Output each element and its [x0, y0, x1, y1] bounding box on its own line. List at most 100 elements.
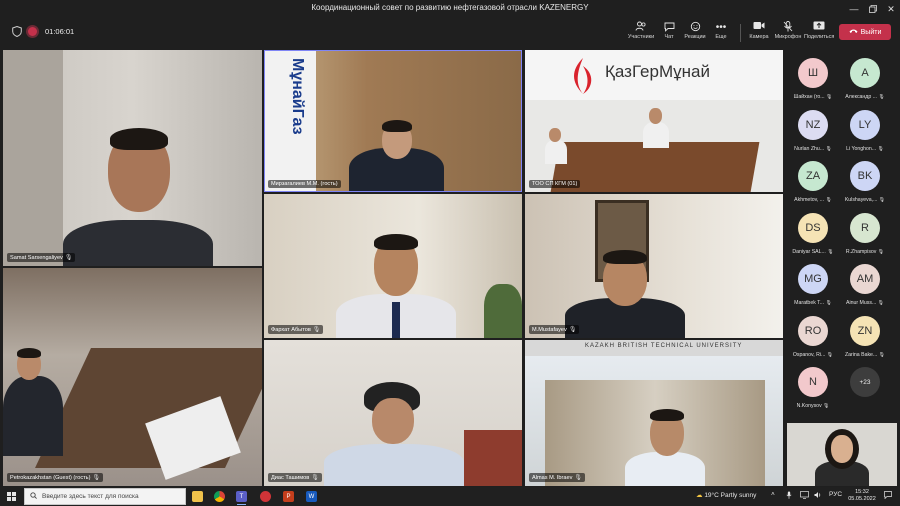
taskbar-word[interactable]: W	[304, 489, 319, 504]
camera-button[interactable]: Камера	[744, 21, 774, 45]
participants-button[interactable]: Участники	[626, 21, 656, 45]
taskbar-search-input[interactable]: Введите здесь текст для поиска	[24, 488, 186, 505]
roster-participant[interactable]: Ш Шайхан (го... 🎙	[787, 50, 839, 102]
minimize-button[interactable]: —	[845, 0, 863, 18]
microphone-muted-icon	[773, 21, 803, 34]
taskbar-teams[interactable]: T	[234, 489, 249, 505]
people-icon	[626, 21, 656, 34]
close-button[interactable]: ✕	[882, 0, 900, 18]
roster-participant-name: R.Zhampisov 🎙	[839, 249, 891, 255]
mic-icon: 🎙	[568, 327, 577, 333]
tray-microphone-icon[interactable]	[786, 491, 792, 501]
mic-icon: 🎙	[574, 475, 583, 481]
roster-participant[interactable]: DS Daniyar SAL... 🎙	[787, 205, 839, 257]
roster-participant-name: Zarina Bake... 🎙	[839, 352, 891, 358]
taskbar-file-explorer[interactable]	[190, 489, 205, 504]
roster-participant-name: N.Konysov 🎙	[787, 403, 839, 409]
mic-muted-icon: 🎙	[824, 300, 832, 306]
powerpoint-icon: P	[283, 491, 294, 502]
notification-icon[interactable]	[884, 491, 892, 501]
roster-participant[interactable]: ZA Akhmetov, ... 🎙	[787, 153, 839, 205]
mic-muted-icon: 🎙	[876, 145, 884, 152]
avatar: BK	[850, 161, 880, 191]
roster-participant[interactable]: NZ Nurlan Zhu... 🎙	[787, 102, 839, 154]
mic-icon: 🎙	[311, 475, 319, 481]
weather-widget[interactable]: ☁ 19°C Partly sunny	[696, 491, 756, 499]
minimize-icon: —	[849, 4, 859, 14]
background-wall	[3, 50, 63, 266]
tray-overflow-icon[interactable]: ˄	[771, 491, 775, 498]
teams-icon: T	[236, 491, 247, 502]
camera-icon	[744, 21, 774, 34]
video-tile-farkhat[interactable]: Фархат Абытов 🎙	[264, 194, 522, 338]
share-button[interactable]: Поделиться	[804, 21, 834, 45]
app-icon	[260, 491, 271, 502]
roster-participant[interactable]: AM Ainur Muss... 🎙	[839, 256, 891, 308]
taskbar-clock[interactable]: 15:32 05.05.2022	[843, 489, 881, 503]
roster-participant-name: Шайхан (го... 🎙	[787, 94, 839, 100]
video-tile-mirzagaliyev[interactable]: МұнайГаз Мирзагалиев М.М. (гость)	[264, 50, 522, 192]
volume-icon[interactable]	[814, 491, 822, 501]
banner-logo-text: МұнайГаз	[289, 58, 306, 135]
windows-start-icon[interactable]	[7, 492, 16, 501]
roster-participant[interactable]: LY Li Yonghon... 🎙	[839, 102, 891, 154]
self-video-tile[interactable]	[787, 423, 897, 486]
participant-name-tag: Almas M. Ibraev 🎙	[529, 473, 586, 482]
mic-icon: 🎙	[312, 327, 321, 333]
clock-date: 05.05.2022	[848, 496, 876, 502]
roster-participant[interactable]: MG Maratbek T... 🎙	[787, 256, 839, 308]
restore-button[interactable]	[864, 0, 882, 18]
avatar: AM	[850, 264, 880, 294]
kazgermunai-logo-text: ҚазГерМұнай	[605, 62, 710, 81]
roster-participant[interactable]: A Александр ... 🎙	[839, 50, 891, 102]
shield-icon	[12, 26, 22, 37]
share-label: Поделиться	[804, 34, 835, 40]
participant-name-tag: Petrokazakhstan (Guest) (гость) 🎙	[7, 473, 104, 482]
taskbar-powerpoint[interactable]: P	[281, 489, 296, 504]
roster-overflow-button[interactable]: +23	[839, 359, 891, 411]
roster-participant[interactable]: N N.Konysov 🎙	[787, 359, 839, 411]
toolbar-divider	[740, 24, 741, 42]
more-button[interactable]: ••• Еще	[706, 21, 736, 45]
avatar: RO	[798, 315, 828, 346]
meeting-toolbar: 01:06:01 Участники Чат Реакции ••• Еще К…	[0, 18, 900, 46]
video-tile-mustafayev[interactable]: M.Mustafayev 🎙	[525, 194, 783, 338]
roster-participant-name: Daniyar SAL... 🎙	[787, 249, 839, 255]
roster-participant-name: Kulshayeva,... 🎙	[839, 197, 891, 203]
taskbar-app-red[interactable]	[258, 489, 273, 504]
windows-taskbar: Введите здесь текст для поиска T P W ☁ 1…	[0, 487, 900, 506]
network-icon[interactable]	[800, 491, 809, 501]
roster-participant[interactable]: R R.Zhampisov 🎙	[839, 205, 891, 257]
avatar: N	[798, 367, 828, 397]
roster-participant-name: Александр ... 🎙	[839, 94, 891, 100]
participants-label: Участники	[627, 34, 655, 40]
roster-participant-name: Maratbek T... 🎙	[787, 300, 839, 306]
roster-participant[interactable]: BK Kulshayeva,... 🎙	[839, 153, 891, 205]
leave-button[interactable]: Выйти	[839, 24, 891, 40]
language-indicator[interactable]: РУС	[829, 491, 842, 498]
weather-text: 19°C Partly sunny	[704, 492, 757, 499]
mic-muted-icon: 🎙	[821, 403, 830, 409]
mic-muted-icon: 🎙	[877, 351, 886, 358]
video-tile-samat[interactable]: Samat Sarsengaliyev 🎙	[3, 50, 262, 266]
roster-participant[interactable]: RO Ospanov, Ri... 🎙	[787, 308, 839, 360]
roster-participant[interactable]: ZN Zarina Bake... 🎙	[839, 308, 891, 360]
conference-table	[550, 142, 760, 192]
video-tile-almas[interactable]: KAZAKH BRITISH TECHNICAL UNIVERSITY Alma…	[525, 340, 783, 486]
participant-name-tag: Мирзагалиев М.М. (гость)	[268, 180, 341, 188]
kazgermunai-logo-icon	[574, 58, 592, 94]
video-tile-petrokazakhstan[interactable]: Petrokazakhstan (Guest) (гость) 🎙	[3, 268, 262, 486]
more-label: Еще	[715, 34, 727, 40]
taskbar-chrome[interactable]	[212, 489, 227, 504]
avatar: R	[850, 212, 880, 243]
roster-name-text: Ainur Muss...	[845, 300, 877, 306]
video-tile-too[interactable]: ҚазГерМұнай ТОО СП КГМ (01)	[525, 50, 783, 192]
avatar: NZ	[798, 109, 828, 140]
university-name: KAZAKH BRITISH TECHNICAL UNIVERSITY	[585, 343, 743, 349]
search-icon	[30, 492, 37, 501]
more-dots-icon: •••	[715, 22, 727, 33]
mic-muted-icon: 🎙	[876, 248, 885, 255]
video-tile-dias[interactable]: Диас Ташимов 🎙	[264, 340, 522, 486]
roster-name-text: N.Konysov	[796, 403, 822, 409]
microphone-button[interactable]: Микрофон	[773, 21, 803, 45]
